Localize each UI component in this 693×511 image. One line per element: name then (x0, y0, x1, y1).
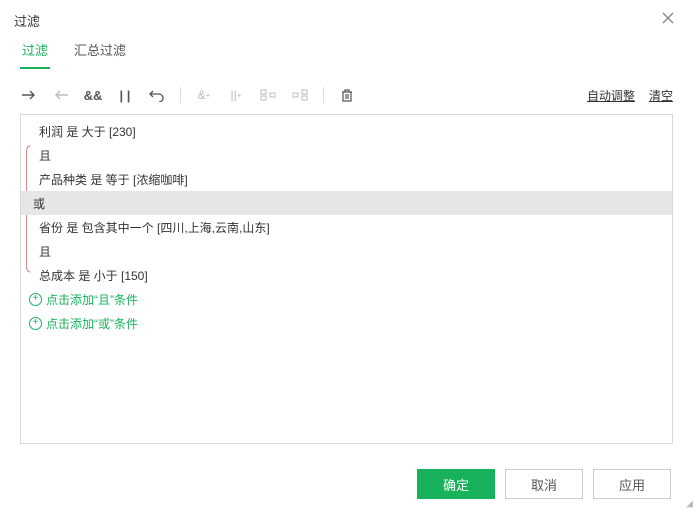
title-bar: 过滤 (0, 0, 693, 40)
tab-bar: 过滤 汇总过滤 (0, 40, 693, 70)
cancel-button[interactable]: 取消 (505, 469, 583, 499)
add-and-condition[interactable]: + 点击添加“且”条件 (21, 287, 672, 311)
rules-list: 利润 是 大于 [230] 且 产品种类 是 等于 [浓缩咖啡] 或 省份 是 … (21, 115, 672, 335)
or-icon[interactable]: | | (116, 86, 134, 104)
add-or-icon[interactable]: ||+ (227, 86, 245, 104)
plus-icon: + (29, 293, 42, 306)
rules-panel: 利润 是 大于 [230] 且 产品种类 是 等于 [浓缩咖啡] 或 省份 是 … (20, 114, 673, 444)
rule-condition[interactable]: 产品种类 是 等于 [浓缩咖啡] (21, 167, 672, 191)
ok-button[interactable]: 确定 (417, 469, 495, 499)
tab-filter[interactable]: 过滤 (20, 40, 50, 69)
rule-condition[interactable]: 省份 是 包含其中一个 [四川,上海,云南,山东] (21, 215, 672, 239)
dialog-footer: 确定 取消 应用 (417, 469, 671, 499)
plus-icon: + (29, 317, 42, 330)
and-icon[interactable]: && (84, 86, 102, 104)
ungroup-icon[interactable] (291, 86, 309, 104)
rule-and[interactable]: 且 (21, 143, 672, 167)
add-or-condition[interactable]: + 点击添加“或”条件 (21, 311, 672, 335)
clear-link[interactable]: 清空 (649, 87, 673, 104)
add-or-label: 点击添加“或”条件 (46, 315, 138, 332)
add-and-icon[interactable]: &+ (195, 86, 213, 104)
separator (323, 87, 324, 103)
resize-grip-icon[interactable]: ◢ (686, 498, 691, 509)
toolbar-right: 自动调整 清空 (587, 87, 673, 104)
filter-dialog: 过滤 过滤 汇总过滤 && | | &+ ||+ 自动调整 清空 (0, 0, 693, 511)
undo-icon[interactable] (148, 86, 166, 104)
arrow-left-icon[interactable] (52, 86, 70, 104)
rule-and[interactable]: 且 (21, 239, 672, 263)
rule-or[interactable]: 或 (21, 191, 672, 215)
rule-condition[interactable]: 总成本 是 小于 [150] (21, 263, 672, 287)
rule-condition[interactable]: 利润 是 大于 [230] (21, 119, 672, 143)
toolbar-left: && | | &+ ||+ (20, 86, 587, 104)
arrow-right-icon[interactable] (20, 86, 38, 104)
dialog-title: 过滤 (14, 11, 40, 30)
group-icon[interactable] (259, 86, 277, 104)
separator (180, 87, 181, 103)
trash-icon[interactable] (338, 86, 356, 104)
apply-button[interactable]: 应用 (593, 469, 671, 499)
tab-summary-filter[interactable]: 汇总过滤 (72, 40, 128, 69)
close-icon[interactable] (657, 7, 679, 34)
auto-adjust-link[interactable]: 自动调整 (587, 87, 635, 104)
toolbar: && | | &+ ||+ 自动调整 清空 (0, 76, 693, 114)
add-and-label: 点击添加“且”条件 (46, 291, 138, 308)
